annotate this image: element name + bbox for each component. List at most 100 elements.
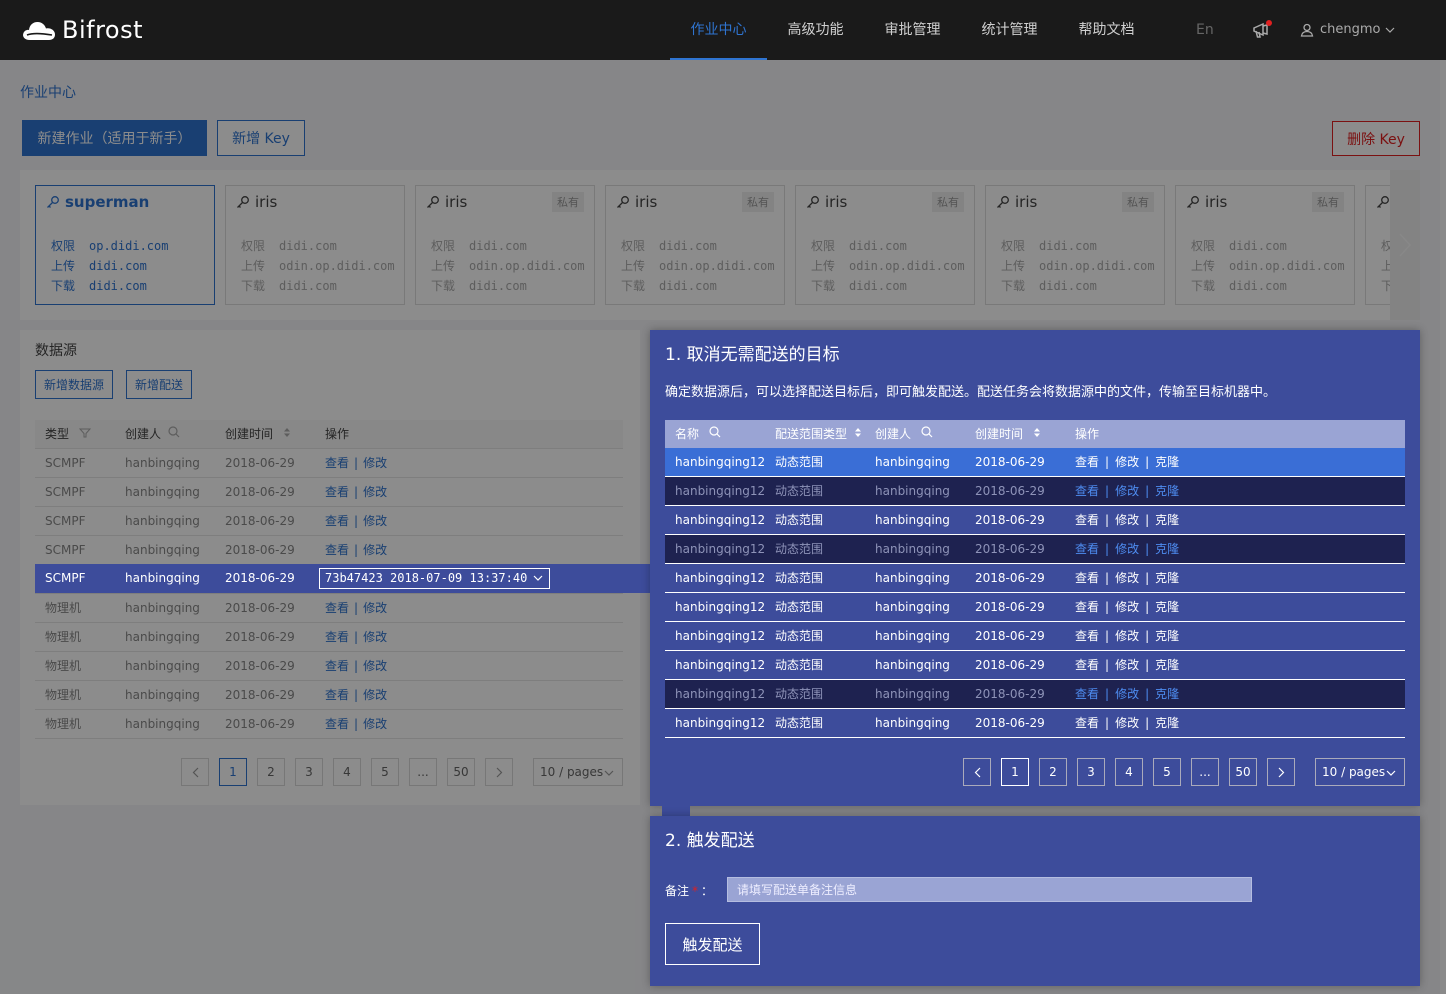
- chevron-down-icon: [533, 575, 543, 581]
- view-link[interactable]: 查看: [1075, 629, 1099, 643]
- target-table: 名称 配送范围类型 创建人 创建时间 操作 hanbingqing12 动态范围 h…: [665, 420, 1405, 738]
- cell-range: 动态范围: [775, 571, 824, 585]
- edit-link[interactable]: 修改: [1115, 484, 1139, 498]
- table-row[interactable]: hanbingqing12 动态范围 hanbingqing 2018-06-29 查看…: [665, 448, 1405, 477]
- cell-creator: hanbingqing: [875, 716, 950, 730]
- cell-range: 动态范围: [775, 687, 824, 701]
- view-link[interactable]: 查看: [1075, 484, 1099, 498]
- page-scrollbar[interactable]: [1440, 60, 1446, 994]
- nav-item-4[interactable]: 统计管理: [961, 0, 1058, 60]
- table-row[interactable]: hanbingqing12 动态范围 hanbingqing 2018-06-29 查看…: [665, 680, 1405, 709]
- clone-link[interactable]: 克隆: [1155, 571, 1179, 585]
- cell-date: 2018-06-29: [975, 658, 1045, 672]
- nav-item-2[interactable]: 高级功能: [767, 0, 864, 60]
- edit-link[interactable]: 修改: [1115, 658, 1139, 672]
- cell-type: SCMPF: [45, 571, 86, 585]
- column-name[interactable]: 名称: [675, 420, 721, 448]
- trigger-delivery-button[interactable]: 触发配送: [665, 923, 760, 965]
- user-menu[interactable]: chengmo: [1300, 22, 1395, 37]
- cell-creator: hanbingqing: [875, 455, 950, 469]
- view-link[interactable]: 查看: [1075, 455, 1099, 469]
- remark-input[interactable]: [727, 877, 1252, 902]
- cell-creator: hanbingqing: [875, 629, 950, 643]
- chevron-right-icon[interactable]: [1396, 232, 1414, 258]
- guide-connector: [662, 806, 690, 816]
- app-logo[interactable]: Bifrost: [22, 14, 143, 46]
- edit-link[interactable]: 修改: [1115, 600, 1139, 614]
- table-row[interactable]: hanbingqing12 动态范围 hanbingqing 2018-06-29 查看…: [665, 564, 1405, 593]
- app-name: Bifrost: [62, 16, 144, 44]
- page-button[interactable]: 5: [1153, 758, 1181, 786]
- page-button[interactable]: 4: [1115, 758, 1143, 786]
- view-link[interactable]: 查看: [1075, 687, 1099, 701]
- clone-link[interactable]: 克隆: [1155, 629, 1179, 643]
- column-actions: 操作: [1075, 427, 1100, 441]
- separator: |: [1105, 687, 1110, 701]
- clone-link[interactable]: 克隆: [1155, 513, 1179, 527]
- page-button[interactable]: 50: [1229, 758, 1257, 786]
- clone-link[interactable]: 克隆: [1155, 484, 1179, 498]
- next-page-button[interactable]: [1267, 758, 1295, 786]
- edit-link[interactable]: 修改: [1115, 687, 1139, 701]
- chevron-down-icon: [1386, 770, 1396, 776]
- step-1-description: 确定数据源后，可以选择配送目标后，即可触发配送。配送任务会将数据源中的文件，传输…: [665, 385, 1277, 400]
- cell-range: 动态范围: [775, 600, 824, 614]
- edit-link[interactable]: 修改: [1115, 455, 1139, 469]
- table-row[interactable]: hanbingqing12 动态范围 hanbingqing 2018-06-29 查看…: [665, 535, 1405, 564]
- view-link[interactable]: 查看: [1075, 716, 1099, 730]
- search-icon[interactable]: [921, 426, 933, 438]
- column-creator[interactable]: 创建人: [875, 420, 933, 448]
- clone-link[interactable]: 克隆: [1155, 455, 1179, 469]
- view-link[interactable]: 查看: [1075, 571, 1099, 585]
- separator: |: [1105, 600, 1110, 614]
- clone-link[interactable]: 克隆: [1155, 716, 1179, 730]
- page-size-select[interactable]: 10 / pages: [1315, 758, 1405, 786]
- table-row[interactable]: hanbingqing12 动态范围 hanbingqing 2018-06-29 查看…: [665, 506, 1405, 535]
- nav-item-3[interactable]: 审批管理: [864, 0, 961, 60]
- highlighted-datasource-row[interactable]: SCMPF hanbingqing 2018-06-29 73b47423 20…: [35, 564, 651, 593]
- page-button[interactable]: 3: [1077, 758, 1105, 786]
- language-switch[interactable]: En: [1196, 22, 1214, 38]
- clone-link[interactable]: 克隆: [1155, 600, 1179, 614]
- column-range-type[interactable]: 配送范围类型: [775, 420, 862, 448]
- table-row[interactable]: hanbingqing12 动态范围 hanbingqing 2018-06-29 查看…: [665, 622, 1405, 651]
- edit-link[interactable]: 修改: [1115, 571, 1139, 585]
- table-row[interactable]: hanbingqing12 动态范围 hanbingqing 2018-06-29 查看…: [665, 477, 1405, 506]
- nav-item-5[interactable]: 帮助文档: [1058, 0, 1155, 60]
- cell-date: 2018-06-29: [975, 571, 1045, 585]
- cell-name: hanbingqing12: [675, 687, 766, 701]
- version-select[interactable]: 73b47423 2018-07-09 13:37:40: [319, 568, 550, 589]
- view-link[interactable]: 查看: [1075, 513, 1099, 527]
- cell-actions: 查看 | 修改 | 克隆: [1075, 477, 1179, 505]
- edit-link[interactable]: 修改: [1115, 716, 1139, 730]
- cell-actions: 查看 | 修改 | 克隆: [1075, 506, 1179, 534]
- edit-link[interactable]: 修改: [1115, 629, 1139, 643]
- view-link[interactable]: 查看: [1075, 658, 1099, 672]
- page-button[interactable]: ...: [1191, 758, 1219, 786]
- table-row[interactable]: hanbingqing12 动态范围 hanbingqing 2018-06-29 查看…: [665, 593, 1405, 622]
- view-link[interactable]: 查看: [1075, 600, 1099, 614]
- cell-creator: hanbingqing: [125, 571, 200, 585]
- clone-link[interactable]: 克隆: [1155, 542, 1179, 556]
- cell-name: hanbingqing12: [675, 600, 766, 614]
- view-link[interactable]: 查看: [1075, 542, 1099, 556]
- page-button[interactable]: 2: [1039, 758, 1067, 786]
- page-button[interactable]: 1: [1001, 758, 1029, 786]
- table-row[interactable]: hanbingqing12 动态范围 hanbingqing 2018-06-29 查看…: [665, 709, 1405, 738]
- clone-link[interactable]: 克隆: [1155, 687, 1179, 701]
- cell-name: hanbingqing12: [675, 658, 766, 672]
- sort-icon[interactable]: [1033, 427, 1041, 438]
- step-1-title: 1. 取消无需配送的目标: [665, 345, 840, 365]
- clone-link[interactable]: 克隆: [1155, 658, 1179, 672]
- sort-icon[interactable]: [854, 427, 862, 438]
- main-nav: 作业中心 高级功能 审批管理 统计管理 帮助文档: [670, 0, 1155, 60]
- search-icon[interactable]: [709, 426, 721, 438]
- cell-date: 2018-06-29: [975, 687, 1045, 701]
- nav-item-1[interactable]: 作业中心: [670, 0, 767, 60]
- edit-link[interactable]: 修改: [1115, 542, 1139, 556]
- edit-link[interactable]: 修改: [1115, 513, 1139, 527]
- column-created-time[interactable]: 创建时间: [975, 420, 1041, 448]
- cell-actions: 查看 | 修改 | 克隆: [1075, 709, 1179, 737]
- prev-page-button[interactable]: [963, 758, 991, 786]
- table-row[interactable]: hanbingqing12 动态范围 hanbingqing 2018-06-29 查看…: [665, 651, 1405, 680]
